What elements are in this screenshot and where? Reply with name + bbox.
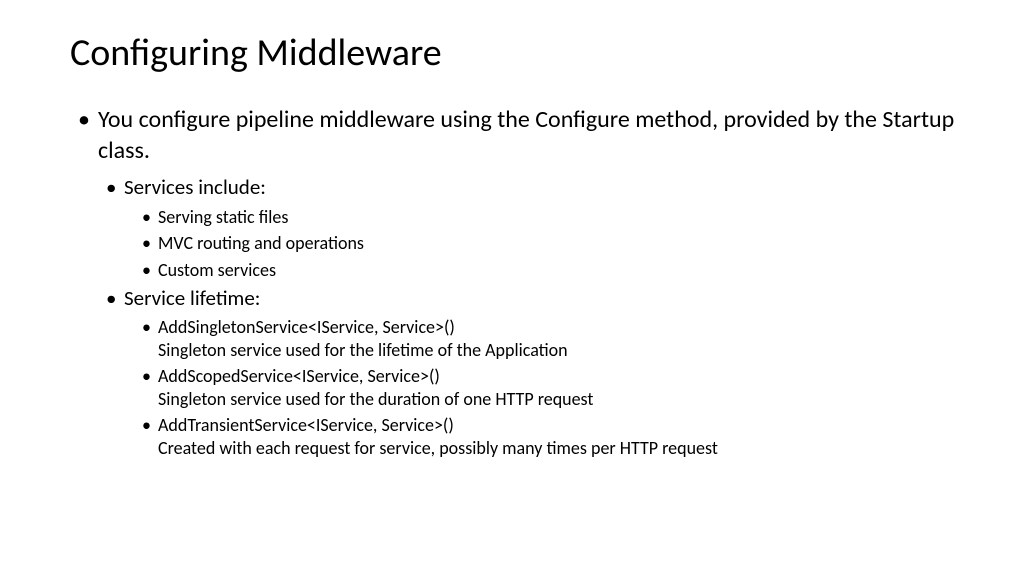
lifetime-desc: Singleton service used for the lifetime … xyxy=(158,339,964,362)
bullet-service-item: MVC routing and operations xyxy=(140,232,964,255)
bullet-lifetime-scoped: AddScopedService<IService, Service>() Si… xyxy=(140,365,964,410)
slide-content: You configure pipeline middleware using … xyxy=(70,104,964,459)
bullet-lifetime-header: Service lifetime: xyxy=(104,285,964,312)
bullet-main: You configure pipeline middleware using … xyxy=(74,104,964,166)
bullet-lifetime-transient: AddTransientService<IService, Service>()… xyxy=(140,414,964,459)
bullet-lifetime-singleton: AddSingletonService<IService, Service>()… xyxy=(140,316,964,361)
lifetime-code: AddTransientService<IService, Service>() xyxy=(158,414,454,436)
slide-title: Configuring Middleware xyxy=(70,30,964,76)
lifetime-desc: Singleton service used for the duration … xyxy=(158,388,964,411)
lifetime-code: AddSingletonService<IService, Service>() xyxy=(158,316,455,338)
bullet-service-item: Serving static files xyxy=(140,206,964,229)
bullet-services-header: Services include: xyxy=(104,174,964,201)
bullet-service-item: Custom services xyxy=(140,259,964,282)
lifetime-code: AddScopedService<IService, Service>() xyxy=(158,365,440,387)
lifetime-desc: Created with each request for service, p… xyxy=(158,437,964,460)
